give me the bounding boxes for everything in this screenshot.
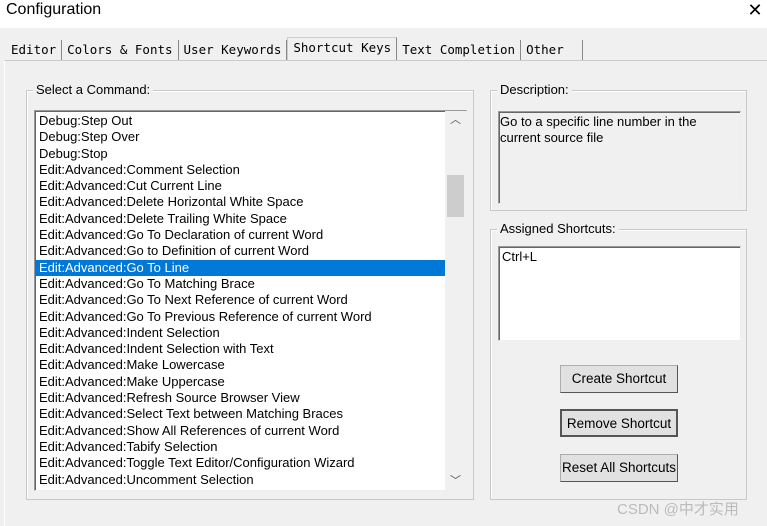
command-item[interactable]: Edit:Advanced:Go To Next Reference of cu… bbox=[35, 292, 447, 308]
reset-all-shortcuts-button[interactable]: Reset All Shortcuts bbox=[560, 454, 678, 482]
close-icon[interactable]: ✕ bbox=[745, 0, 765, 21]
command-item[interactable]: Edit:Advanced:Go To Matching Brace bbox=[35, 276, 447, 292]
description-label: Description: bbox=[497, 82, 572, 97]
command-item[interactable]: Edit:Advanced:Comment Selection bbox=[35, 162, 447, 178]
command-item[interactable]: Edit:Advanced:Refresh Source Browser Vie… bbox=[35, 390, 447, 406]
command-item[interactable]: Edit:Advanced:Indent Selection with Text bbox=[35, 341, 447, 357]
command-item[interactable]: Edit:Advanced:Uncomment Selection bbox=[35, 472, 447, 488]
command-item[interactable]: Edit:Advanced:Go To Previous Reference o… bbox=[35, 309, 447, 325]
command-item[interactable]: Edit:Advanced:Select Text between Matchi… bbox=[35, 406, 447, 422]
tab-strip: Editor Colors & Fonts User Keywords Shortcu… bbox=[6, 37, 583, 61]
vertical-scrollbar[interactable]: ︿ ﹀ bbox=[445, 111, 466, 490]
assigned-shortcuts-group: Assigned Shortcuts: Ctrl+L Create Shortc… bbox=[490, 221, 747, 500]
command-item[interactable]: Edit:Advanced:Cut Current Line bbox=[35, 178, 447, 194]
assigned-shortcuts-label: Assigned Shortcuts: bbox=[497, 221, 619, 236]
shortcut-item[interactable]: Ctrl+L bbox=[502, 249, 737, 265]
scroll-down-icon[interactable]: ﹀ bbox=[445, 472, 466, 490]
command-item[interactable]: Edit:Advanced:Show All References of cur… bbox=[35, 423, 447, 439]
create-shortcut-button[interactable]: Create Shortcut bbox=[560, 365, 678, 393]
scrollbar-thumb[interactable] bbox=[447, 175, 464, 217]
select-command-label: Select a Command: bbox=[33, 82, 154, 97]
command-item[interactable]: Edit:Advanced:Go to Definition of curren… bbox=[35, 243, 447, 259]
command-item[interactable]: Debug:Step Out bbox=[35, 113, 447, 129]
command-item[interactable]: Edit:Advanced:Go To Declaration of curre… bbox=[35, 227, 447, 243]
command-item[interactable]: Debug:Step Over bbox=[35, 129, 447, 145]
command-item[interactable]: Edit:Advanced:Make Lowercase bbox=[35, 357, 447, 373]
tab-colors-fonts[interactable]: Colors & Fonts bbox=[62, 40, 179, 60]
command-item[interactable]: Edit:Advanced:Go To Line bbox=[35, 259, 447, 276]
tab-editor[interactable]: Editor bbox=[6, 40, 63, 60]
scroll-up-icon[interactable]: ︿ bbox=[445, 111, 466, 129]
command-list[interactable]: Debug:Step Out Debug:Step Over Debug:Stop E… bbox=[34, 110, 467, 491]
command-item[interactable]: Edit:Advanced:Delete Trailing White Spac… bbox=[35, 211, 447, 227]
window-title: Configuration bbox=[6, 1, 102, 18]
command-item[interactable]: Edit:Advanced:Make Uppercase bbox=[35, 374, 447, 390]
select-command-group: Select a Command: Debug:Step Out Debug:St… bbox=[26, 82, 474, 500]
command-item[interactable]: Edit:Advanced:Toggle Text Editor/Configu… bbox=[35, 455, 447, 471]
command-item[interactable]: Edit:Advanced:Tabify Selection bbox=[35, 439, 447, 455]
remove-shortcut-button[interactable]: Remove Shortcut bbox=[560, 409, 678, 437]
dialog-body: Editor Colors & Fonts User Keywords Shortcu… bbox=[0, 28, 767, 526]
tab-other[interactable]: Other bbox=[521, 40, 583, 60]
command-item[interactable]: Debug:Stop bbox=[35, 146, 447, 162]
command-item[interactable]: Edit:Advanced:Delete Horizontal White Sp… bbox=[35, 194, 447, 210]
tab-text-completion[interactable]: Text Completion bbox=[397, 40, 522, 60]
tab-shortcut-keys[interactable]: Shortcut Keys bbox=[287, 37, 398, 61]
shortcut-list[interactable]: Ctrl+L bbox=[498, 246, 741, 341]
tab-panel-shortcut-keys: Select a Command: Debug:Step Out Debug:St… bbox=[4, 60, 767, 526]
watermark: CSDN @中才实用 bbox=[617, 501, 739, 518]
description-text: Go to a specific line number in the curr… bbox=[498, 111, 741, 204]
tab-user-keywords[interactable]: User Keywords bbox=[179, 40, 288, 60]
command-item[interactable]: Edit:Advanced:Indent Selection bbox=[35, 325, 447, 341]
description-group: Description: Go to a specific line numbe… bbox=[490, 82, 747, 211]
